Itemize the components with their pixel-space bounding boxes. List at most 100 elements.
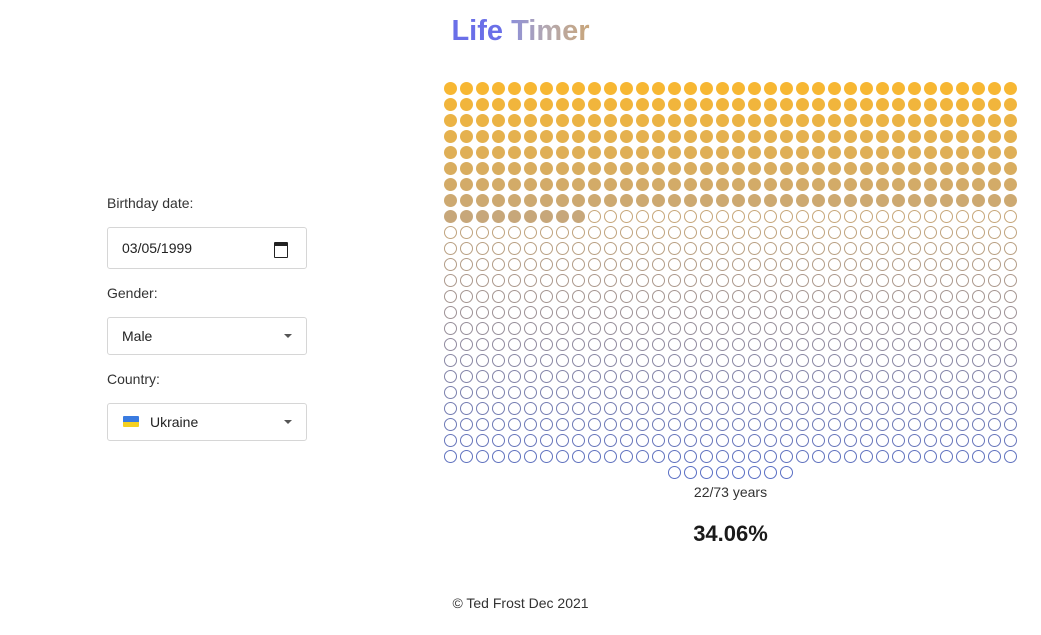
life-dot (668, 194, 681, 207)
life-dot (460, 450, 473, 463)
life-dot (620, 226, 633, 239)
life-dot (716, 386, 729, 399)
life-dot (668, 418, 681, 431)
life-dot (620, 274, 633, 287)
life-dot (636, 450, 649, 463)
life-dot (732, 386, 745, 399)
life-dot (748, 226, 761, 239)
life-dot (796, 450, 809, 463)
life-dot (972, 418, 985, 431)
ukraine-flag-icon (123, 416, 139, 427)
life-dot (444, 130, 457, 143)
life-dot (956, 402, 969, 415)
life-dot (876, 178, 889, 191)
life-dot (860, 322, 873, 335)
life-dot (924, 370, 937, 383)
life-dot (940, 226, 953, 239)
life-dot (524, 354, 537, 367)
life-dot (796, 130, 809, 143)
life-dot (860, 434, 873, 447)
life-dot (940, 178, 953, 191)
life-dot (588, 434, 601, 447)
life-dot (796, 338, 809, 351)
life-dot (540, 98, 553, 111)
life-dot (508, 130, 521, 143)
life-dot (908, 210, 921, 223)
life-dot (876, 290, 889, 303)
life-dot (844, 226, 857, 239)
life-dot (940, 306, 953, 319)
life-dot (700, 226, 713, 239)
birthday-date-input[interactable]: 03/05/1999 (107, 227, 307, 269)
life-dot (652, 274, 665, 287)
life-dot (828, 226, 841, 239)
life-dot (604, 178, 617, 191)
life-dot (844, 210, 857, 223)
life-dot (924, 98, 937, 111)
life-dot (828, 242, 841, 255)
life-dot (540, 226, 553, 239)
life-dot (476, 226, 489, 239)
gender-select[interactable]: Male (107, 317, 307, 355)
life-dot (892, 130, 905, 143)
life-dot (844, 194, 857, 207)
life-dot (492, 98, 505, 111)
life-dot (748, 434, 761, 447)
life-dot (828, 306, 841, 319)
life-dot (668, 178, 681, 191)
life-dot (940, 354, 953, 367)
life-dot (444, 242, 457, 255)
life-dot (892, 322, 905, 335)
life-dot (556, 274, 569, 287)
life-dot (732, 322, 745, 335)
life-dot (588, 258, 601, 271)
life-dot (844, 386, 857, 399)
life-dot (876, 130, 889, 143)
life-dot (780, 98, 793, 111)
life-dot (492, 82, 505, 95)
life-dot (764, 290, 777, 303)
life-dot (620, 338, 633, 351)
life-dot (732, 434, 745, 447)
country-select[interactable]: Ukraine (107, 403, 307, 441)
life-dot (828, 450, 841, 463)
life-dot (540, 402, 553, 415)
life-dot (748, 210, 761, 223)
life-dot (508, 306, 521, 319)
life-dot (812, 370, 825, 383)
life-dot (620, 402, 633, 415)
life-dot (636, 242, 649, 255)
life-dot (924, 402, 937, 415)
life-dot (668, 450, 681, 463)
life-dot (972, 386, 985, 399)
life-dot (796, 114, 809, 127)
life-dot (812, 402, 825, 415)
life-dot (1004, 98, 1017, 111)
life-dot (988, 210, 1001, 223)
life-dot (924, 450, 937, 463)
life-dot (940, 274, 953, 287)
life-dot (716, 306, 729, 319)
life-dot (1004, 114, 1017, 127)
life-dot (620, 162, 633, 175)
life-dot (460, 226, 473, 239)
life-dot (588, 98, 601, 111)
life-dot (556, 418, 569, 431)
life-dot (956, 98, 969, 111)
life-dot (508, 402, 521, 415)
life-dot (572, 162, 585, 175)
life-dot (636, 130, 649, 143)
life-dot (1004, 162, 1017, 175)
life-dot (444, 98, 457, 111)
life-dot (716, 114, 729, 127)
life-dot (604, 402, 617, 415)
life-dot (652, 450, 665, 463)
life-dot (716, 226, 729, 239)
life-dot (636, 98, 649, 111)
life-dot (732, 290, 745, 303)
life-dot (828, 274, 841, 287)
life-dot (444, 162, 457, 175)
calendar-icon[interactable] (274, 242, 288, 258)
life-dot (636, 322, 649, 335)
life-dot (668, 82, 681, 95)
